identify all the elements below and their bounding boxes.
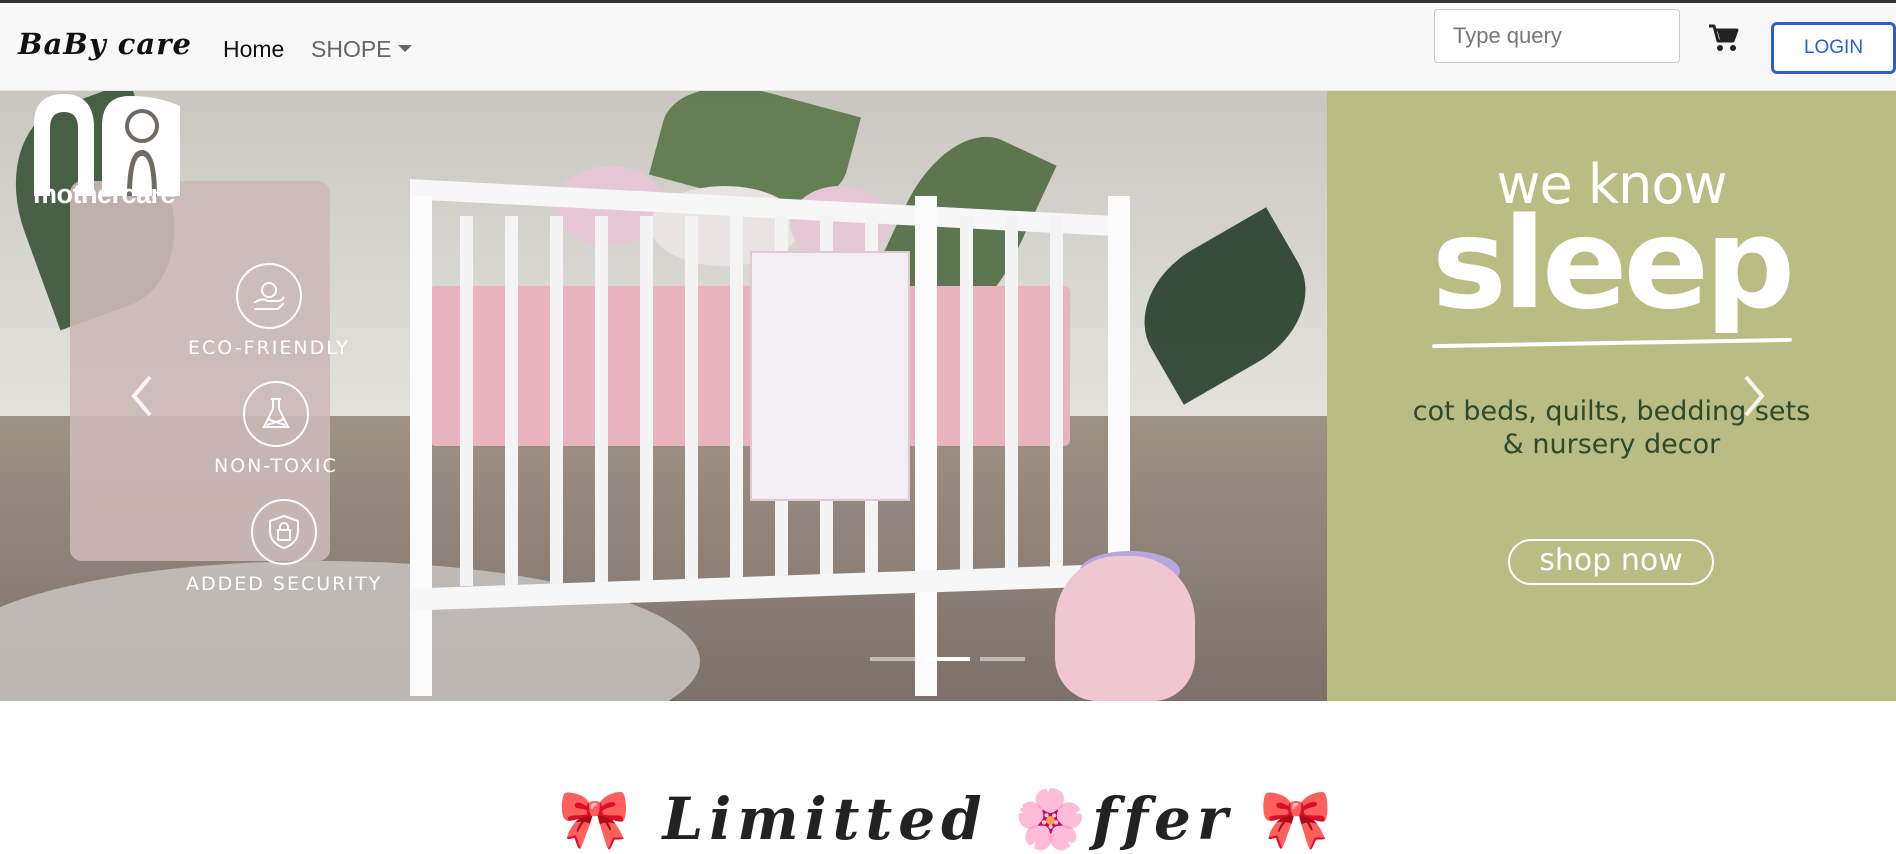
eco-hand-icon-svg [253, 282, 285, 310]
ribbon-bow-icon: 🎀 [1259, 785, 1338, 853]
brand-logo[interactable]: BaBy care [18, 27, 192, 61]
chevron-right-icon [1744, 375, 1765, 417]
chevron-left-icon [131, 375, 152, 417]
crib-post [915, 196, 937, 696]
hero-carousel: mothercare ECO-FRIENDLY NON-TOXIC ADDED … [0, 91, 1896, 701]
crib-bar [460, 216, 473, 586]
crib-bar [730, 216, 743, 586]
cart-icon[interactable] [1708, 23, 1740, 53]
login-button[interactable]: LOGIN [1771, 22, 1896, 74]
promo-subtitle-line1: cot beds, quilts, bedding sets [1412, 396, 1811, 427]
carousel-indicator-2[interactable] [925, 657, 970, 661]
badge-label: ADDED SECURITY [186, 573, 383, 595]
crib-bar [550, 216, 563, 586]
nav-shop-label: SHOPE [311, 36, 392, 62]
lock-shield-icon [251, 499, 318, 565]
mothercare-name: mothercare [33, 179, 176, 209]
lock-shield-icon-svg [269, 514, 300, 550]
promo-headline: sleep [1431, 190, 1795, 337]
offer-text-before: Limitted [662, 785, 988, 853]
promo-subtitle: cot beds, quilts, bedding sets & nursery… [1327, 395, 1896, 461]
nav-shop-dropdown[interactable]: SHOPE [311, 36, 412, 63]
crib-bar [640, 216, 653, 586]
crib-bar [685, 216, 698, 586]
unicorn-toy [1055, 556, 1195, 701]
crib-bar [960, 216, 973, 586]
nav-home-link[interactable]: Home [223, 36, 284, 63]
flask-icon-svg [262, 398, 290, 428]
hero-photo: mothercare ECO-FRIENDLY NON-TOXIC ADDED … [0, 91, 1332, 701]
carousel-next-button[interactable] [1740, 371, 1770, 421]
badge-label: ECO-FRIENDLY [188, 337, 350, 359]
navbar: BaBy care Home SHOPE LOGIN [0, 3, 1896, 91]
cart-icon-svg [1709, 24, 1739, 51]
carousel-indicators [870, 657, 1025, 661]
crib-post [410, 196, 432, 696]
flask-icon [242, 381, 309, 447]
crib-bar [505, 216, 518, 586]
promo-panel: we know sleep cot beds, quilts, bedding … [1327, 91, 1896, 701]
blanket [750, 251, 910, 501]
crib-bar [595, 216, 608, 586]
carousel-indicator-3[interactable] [980, 657, 1025, 661]
search-input[interactable] [1434, 9, 1680, 63]
crib-bar [1005, 216, 1018, 586]
shop-now-button[interactable]: shop now [1508, 539, 1714, 585]
crib-rail [410, 563, 1130, 611]
badge-label: NON-TOXIC [214, 455, 338, 477]
limited-offer-heading: 🎀 Limitted 🌸ffer 🎀 [0, 785, 1896, 854]
headline-underline [1431, 337, 1793, 349]
crib-rail [410, 179, 1130, 237]
blossom-icon: 🌸 [1013, 785, 1093, 853]
offer-text-after: ffer [1092, 785, 1234, 853]
crib-bar [1050, 216, 1063, 586]
ribbon-bow-icon: 🎀 [558, 785, 637, 853]
badge-non-toxic: NON-TOXIC [214, 381, 338, 477]
promo-subtitle-line2: & nursery decor [1502, 429, 1721, 460]
carousel-indicator-1[interactable] [870, 657, 915, 661]
caret-down-icon [397, 45, 412, 52]
badge-added-security: ADDED SECURITY [186, 499, 382, 595]
eco-hand-icon [235, 263, 302, 329]
badge-eco-friendly: ECO-FRIENDLY [188, 263, 350, 359]
carousel-prev-button[interactable] [126, 371, 156, 421]
